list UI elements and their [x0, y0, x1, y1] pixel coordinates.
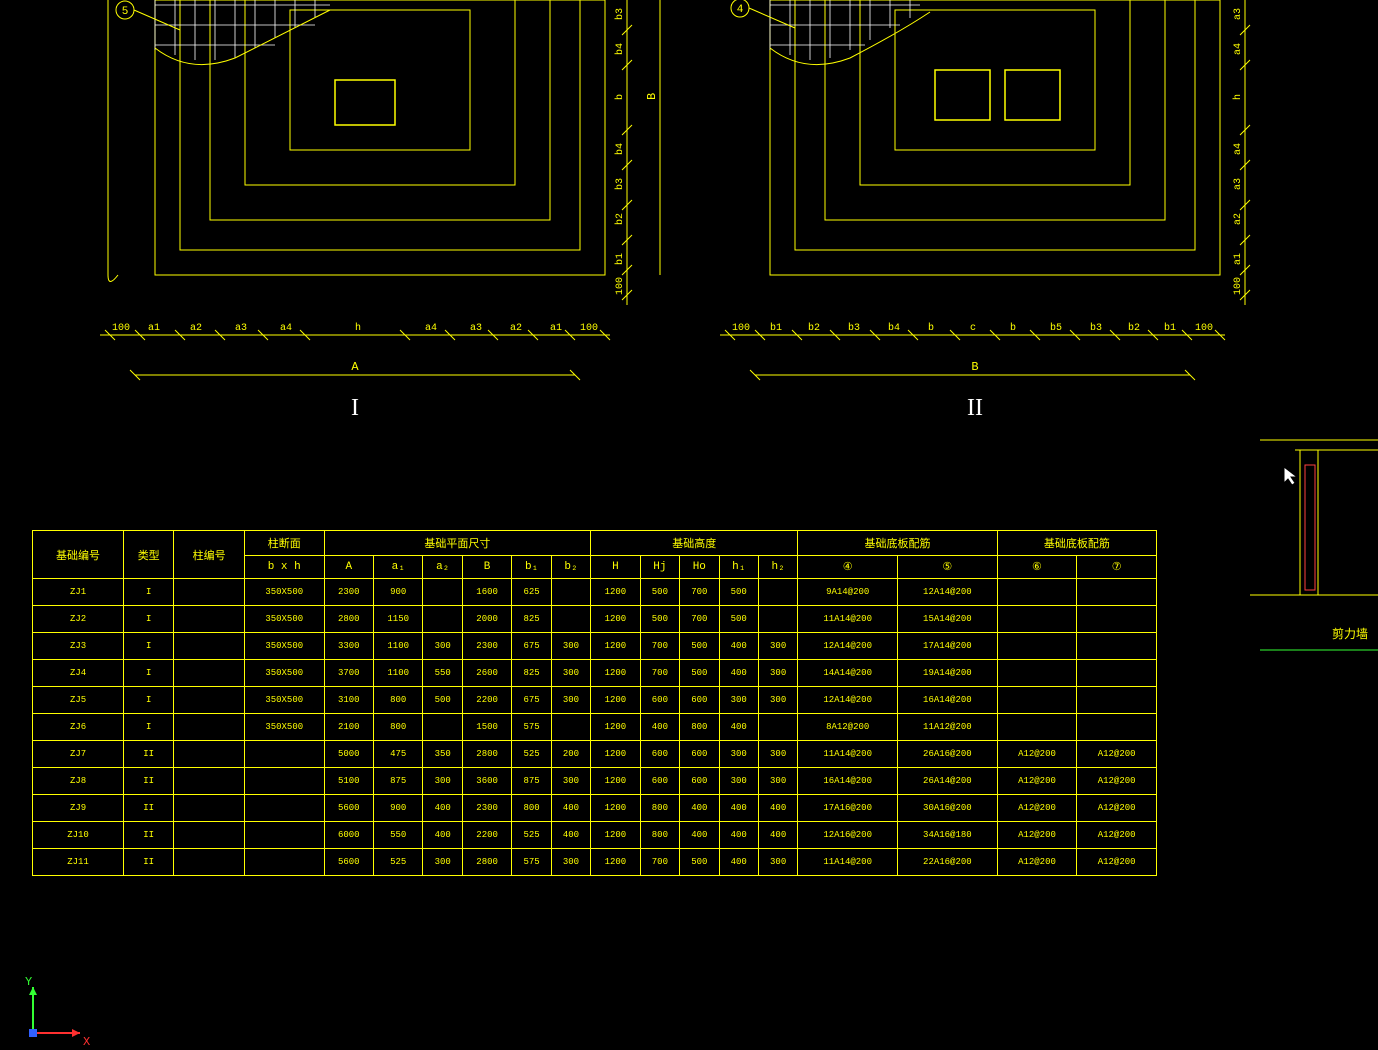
th-height: 基础高度	[591, 531, 798, 556]
svg-text:a1: a1	[1233, 253, 1244, 265]
th-rebar2: 基础底板配筋	[997, 531, 1156, 556]
svg-text:h: h	[1232, 94, 1244, 100]
th-plan: 基础平面尺寸	[324, 531, 591, 556]
svg-text:100: 100	[1195, 323, 1213, 334]
table-row: ZJ11II5600525300280057530012007005004003…	[33, 849, 1157, 876]
th-section: 柱断面	[244, 531, 324, 556]
svg-text:a4: a4	[280, 323, 292, 334]
svg-text:b2: b2	[614, 213, 626, 225]
svg-text:a1: a1	[148, 323, 160, 334]
th-type: 类型	[124, 531, 174, 579]
svg-text:a2: a2	[1233, 213, 1244, 225]
svg-text:b2: b2	[1128, 322, 1140, 334]
svg-text:b1: b1	[614, 253, 626, 265]
svg-text:100: 100	[615, 277, 626, 295]
svg-text:b4: b4	[614, 143, 626, 155]
svg-text:b2: b2	[808, 322, 820, 334]
table-row: ZJ10II6000550400220052540012008004004004…	[33, 822, 1157, 849]
svg-text:B: B	[971, 360, 978, 374]
side-detail	[1250, 440, 1378, 650]
svg-text:b1: b1	[770, 322, 782, 334]
leader-5: 5	[122, 6, 129, 18]
svg-text:a4: a4	[1233, 143, 1244, 155]
svg-text:100: 100	[112, 323, 130, 334]
svg-text:100: 100	[580, 323, 598, 334]
svg-text:Y: Y	[25, 975, 32, 989]
svg-text:a3: a3	[1233, 178, 1244, 190]
svg-text:a1: a1	[550, 323, 562, 334]
svg-text:h: h	[355, 322, 361, 334]
side-label: 剪力墙	[1332, 625, 1368, 642]
plan-right-label: II	[967, 395, 983, 421]
table-row: ZJ3I350X50033001100300230067530012007005…	[33, 633, 1157, 660]
svg-text:b4: b4	[888, 322, 900, 334]
svg-text:a2: a2	[190, 323, 202, 334]
table-row: ZJ4I350X50037001100550260082530012007005…	[33, 660, 1157, 687]
table-row: ZJ8II51008753003600875300120060060030030…	[33, 768, 1157, 795]
table-row: ZJ7II50004753502800525200120060060030030…	[33, 741, 1157, 768]
svg-text:100: 100	[1233, 277, 1244, 295]
svg-text:a3: a3	[235, 323, 247, 334]
svg-text:b4: b4	[614, 43, 626, 55]
foundation-table: 基础编号 类型 柱编号 柱断面 基础平面尺寸 基础高度 基础底板配筋 基础底板配…	[32, 530, 1157, 876]
svg-text:b5: b5	[1050, 322, 1062, 334]
cad-canvas[interactable]: 5 100 a1 a2 a3 a4 h a4 a3 a2 a1 100 A I 100 b1 b2 b3 b…	[0, 0, 1378, 990]
svg-text:a3: a3	[1233, 8, 1244, 20]
svg-text:b3: b3	[1090, 322, 1102, 334]
table-row: ZJ1I350X5002300900160062512005007005009A…	[33, 579, 1157, 606]
table-row: ZJ5I350X50031008005002200675300120060060…	[33, 687, 1157, 714]
plan-right: 4 100 b1 b2 b3 b4 b c b b5 b3 b2 b1 100 B II 100 a1 a2…	[720, 0, 1250, 421]
svg-text:X: X	[83, 1035, 90, 1049]
th-id: 基础编号	[33, 531, 124, 579]
svg-text:b3: b3	[614, 8, 626, 20]
leader-4: 4	[737, 4, 744, 16]
table-row: ZJ9II56009004002300800400120080040040040…	[33, 795, 1157, 822]
svg-text:b: b	[928, 322, 934, 334]
svg-text:a4: a4	[425, 323, 437, 334]
svg-text:B: B	[645, 93, 659, 100]
svg-text:b: b	[614, 94, 626, 100]
svg-text:b3: b3	[848, 322, 860, 334]
dim-h-left: 100 a1 a2 a3 a4 h a4 a3 a2 a1 100	[112, 322, 598, 334]
th-rebar1: 基础底板配筋	[798, 531, 997, 556]
svg-text:c: c	[970, 323, 976, 334]
svg-text:A: A	[351, 360, 359, 374]
svg-text:100: 100	[732, 323, 750, 334]
plan-left: 5 100 a1 a2 a3 a4 h a4 a3 a2 a1 100 A I 100 b1 b2 b3 b…	[100, 0, 660, 421]
table-row: ZJ2I350X50028001150200082512005007005001…	[33, 606, 1157, 633]
svg-text:a4: a4	[1233, 43, 1244, 55]
svg-text:a3: a3	[470, 323, 482, 334]
svg-text:b: b	[1010, 322, 1016, 334]
svg-text:a2: a2	[510, 323, 522, 334]
th-col: 柱编号	[174, 531, 245, 579]
svg-text:b3: b3	[614, 178, 626, 190]
svg-text:b1: b1	[1164, 322, 1176, 334]
table-row: ZJ6I350X5002100800150057512004008004008A…	[33, 714, 1157, 741]
plan-left-label: I	[351, 395, 359, 421]
